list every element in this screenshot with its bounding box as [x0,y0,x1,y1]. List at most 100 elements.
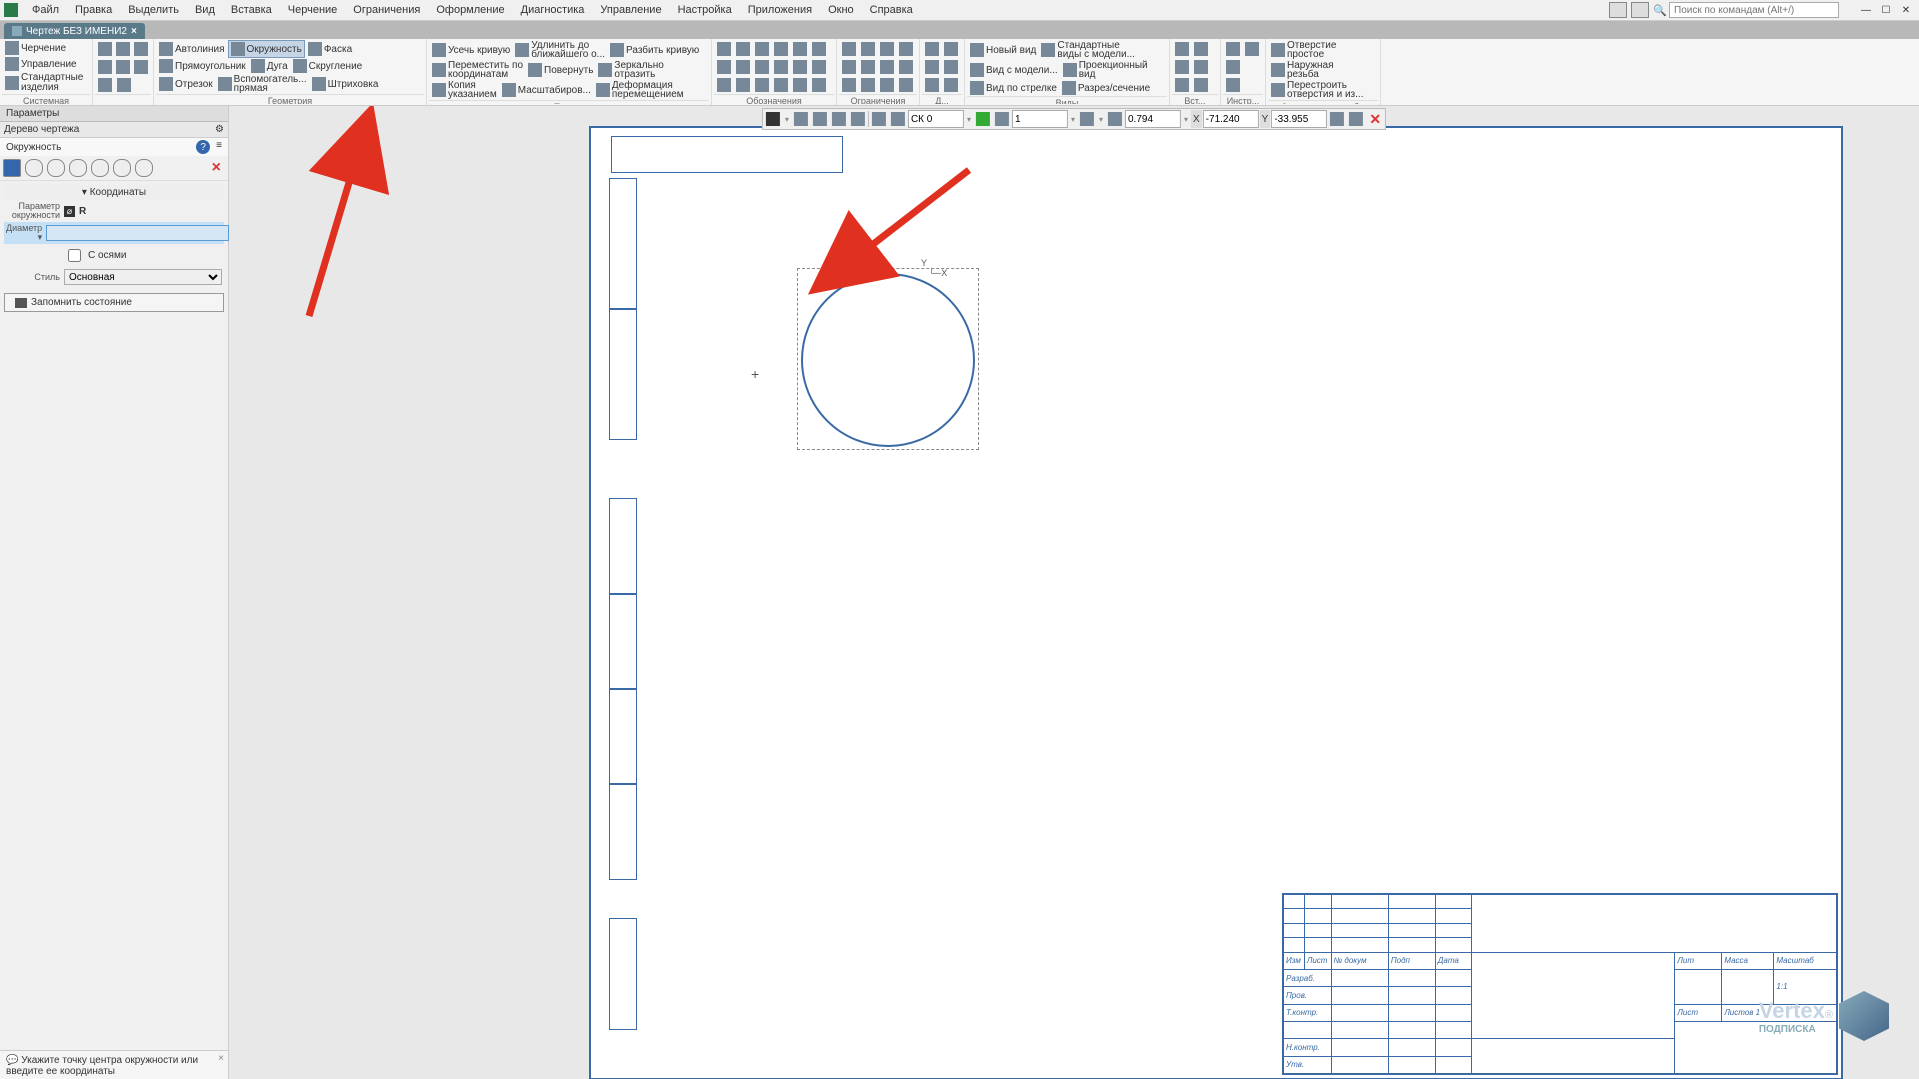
circle-mode-tan1[interactable] [47,159,65,177]
tool-btn-2[interactable] [1243,40,1261,58]
diag-btn-5[interactable] [923,76,941,94]
view-proj[interactable]: Проекционный вид [1061,60,1150,80]
ins-btn-5[interactable] [1173,76,1191,94]
tree-gear-icon[interactable]: ⚙ [215,124,224,135]
close-button[interactable]: ✕ [1897,3,1915,17]
status-close-icon[interactable]: × [218,1053,224,1064]
save-state-button[interactable]: Запомнить состояние [4,293,224,312]
con-btn-4[interactable] [897,40,915,58]
mode-std-parts[interactable]: Стандартные изделия [3,72,85,94]
con-btn-2[interactable] [859,40,877,58]
tool-deform[interactable]: Деформация перемещением [594,80,686,100]
menu-insert[interactable]: Вставка [223,2,280,18]
ins-btn-4[interactable] [1192,58,1210,76]
section-coords[interactable]: ▾ Координаты [4,185,224,200]
dim-btn-12[interactable] [810,58,828,76]
tool-trim[interactable]: Усечь кривую [430,42,512,58]
undo-button[interactable] [114,58,131,76]
dim-btn-3[interactable] [753,40,771,58]
dim-btn-17[interactable] [791,76,809,94]
circle-mode-tan3[interactable] [91,159,109,177]
circle-mode-2pt[interactable] [113,159,131,177]
con-btn-11[interactable] [878,76,896,94]
ins-btn-1[interactable] [1173,40,1191,58]
minimize-button[interactable]: — [1857,3,1875,17]
tab-close-icon[interactable]: × [131,26,137,37]
tool-btn-1[interactable] [1224,40,1242,58]
print-button[interactable] [96,58,113,76]
view-std[interactable]: Стандартные виды с модели... [1039,40,1137,60]
vt-cs[interactable] [889,110,907,128]
dim-btn-2[interactable] [734,40,752,58]
dim-btn-5[interactable] [791,40,809,58]
save-file-button[interactable] [133,40,150,58]
diameter-input[interactable] [46,225,229,241]
diag-btn-6[interactable] [942,76,960,94]
circle-mode-center[interactable] [3,159,21,177]
tool-extend[interactable]: Удлинить до ближайшего о... [513,40,607,60]
vt-scale-icon[interactable] [993,110,1011,128]
con-btn-9[interactable] [840,76,858,94]
mode-manage[interactable]: Управление [3,56,79,72]
diag-btn-2[interactable] [942,40,960,58]
dim-btn-1[interactable] [715,40,733,58]
drawing-canvas[interactable]: ▾ ▾ ▾ ▾ ▾ X Y ✕ [229,106,1919,1079]
con-btn-3[interactable] [878,40,896,58]
copy-button[interactable] [96,76,114,94]
menu-design[interactable]: Оформление [428,2,512,18]
diag-btn-4[interactable] [942,58,960,76]
doc-tab[interactable]: Чертеж БЕЗ ИМЕНИ2 × [4,23,145,39]
diag-btn-1[interactable] [923,40,941,58]
dim-btn-8[interactable] [734,58,752,76]
x-coord[interactable] [1203,110,1259,128]
tool-chamfer[interactable]: Фаска [306,41,354,57]
thread-ext[interactable]: Наружная резьба [1269,60,1336,80]
circle-mode-tan2[interactable] [69,159,87,177]
con-btn-8[interactable] [897,58,915,76]
view-new[interactable]: Новый вид [968,42,1038,58]
tool-fillet[interactable]: Скругление [291,58,365,74]
vt-layer[interactable] [974,110,992,128]
con-btn-1[interactable] [840,40,858,58]
title-block[interactable]: ИзмЛист№ докумПодпДатаЛитМассаМасштаб Ра… [1282,893,1838,1075]
zoom-value[interactable] [1125,110,1181,128]
menu-edit[interactable]: Правка [67,2,120,18]
con-btn-12[interactable] [897,76,915,94]
vt-cancel-icon[interactable]: ✕ [1366,111,1384,128]
tool-btn-3[interactable] [1224,58,1242,76]
menu-diag[interactable]: Диагностика [513,2,593,18]
dim-btn-16[interactable] [772,76,790,94]
vt-pen[interactable] [1347,110,1365,128]
style-select[interactable]: Основная [64,269,222,285]
maximize-button[interactable]: ☐ [1877,3,1895,17]
vt-grid[interactable] [849,110,867,128]
hole-simple[interactable]: Отверстие простое [1269,40,1338,60]
view-model[interactable]: Вид с модели... [968,62,1060,78]
search-input[interactable] [1669,2,1839,18]
open-file-button[interactable] [114,40,131,58]
menu-constraints[interactable]: Ограничения [345,2,428,18]
y-coord[interactable] [1271,110,1327,128]
dim-btn-18[interactable] [810,76,828,94]
ins-btn-6[interactable] [1192,76,1210,94]
con-btn-10[interactable] [859,76,877,94]
tool-hatch[interactable]: Штриховка [310,76,381,92]
diameter-icon[interactable]: ⌀ [64,206,75,217]
drawn-circle[interactable] [801,273,975,447]
menu-select[interactable]: Выделить [120,2,187,18]
ins-btn-3[interactable] [1173,58,1191,76]
dim-btn-7[interactable] [715,58,733,76]
tool-rect[interactable]: Прямоугольник [157,58,248,74]
menu-file[interactable]: Файл [24,2,67,18]
menu-view[interactable]: Вид [187,2,223,18]
vt-grid2[interactable] [870,110,888,128]
vt-pencil[interactable] [764,110,782,128]
menu-settings[interactable]: Настройка [670,2,740,18]
menu-manage[interactable]: Управление [592,2,669,18]
menu-help[interactable]: Справка [862,2,921,18]
vt-sync[interactable] [811,110,829,128]
tool-auxline[interactable]: Вспомогатель... прямая [216,74,309,94]
circle-mode-concentric[interactable] [135,159,153,177]
menu-window[interactable]: Окно [820,2,862,18]
tool-rotate[interactable]: Повернуть [526,62,595,78]
